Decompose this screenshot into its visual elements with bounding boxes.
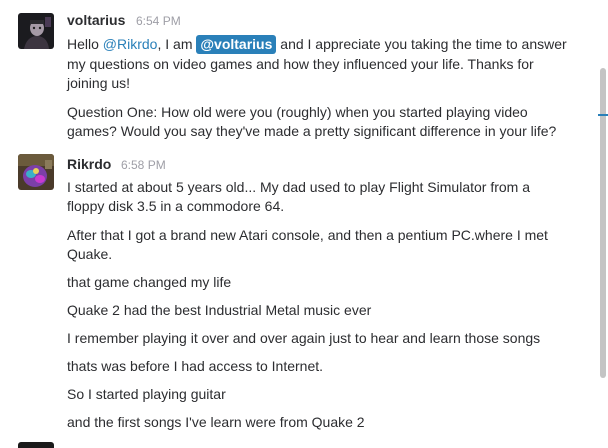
message-line: So I started playing guitar xyxy=(67,386,226,402)
avatar-rikrdo-image xyxy=(18,154,54,190)
mention-link[interactable]: @Rikrdo xyxy=(103,36,158,52)
username[interactable]: Rikrdo xyxy=(67,156,111,172)
timestamp[interactable]: 6:54 PM xyxy=(136,14,181,28)
message-line: Question One: How old were you (roughly)… xyxy=(67,104,528,120)
avatar[interactable] xyxy=(18,13,54,49)
unread-marker xyxy=(598,114,608,116)
message-line: thats was before I had access to Interne… xyxy=(67,358,324,374)
message-line: I remember playing it over and over agai… xyxy=(67,330,541,346)
message-group-rikrdo: Rikrdo 6:58 PM I started at about 5 year… xyxy=(0,150,596,440)
message-line: I started at about 5 years old... My dad… xyxy=(67,179,531,195)
message-line: games? Would you say they've made a pret… xyxy=(67,123,557,139)
message-line: joining us! xyxy=(67,75,131,91)
username[interactable]: voltarius xyxy=(67,12,125,28)
message-line: After that I got a brand new Atari conso… xyxy=(67,227,548,243)
message-text: Hello xyxy=(67,36,103,52)
mention-self-badge[interactable]: @voltarius xyxy=(196,35,277,54)
message-group-voltarius: voltarius 6:54 PM Hello @Rikrdo, I am @v… xyxy=(0,0,596,150)
message-line: Quake 2 had the best Industrial Metal mu… xyxy=(67,302,372,318)
avatar[interactable] xyxy=(18,442,54,448)
message-line: Hello @Rikrdo, I am @voltarius and I app… xyxy=(67,34,567,54)
message-line: floppy disk 3.5 in a commodore 64. xyxy=(67,198,285,214)
message-line: and the first songs I've learn were from… xyxy=(67,414,365,430)
message-text: , I am xyxy=(157,36,197,52)
message-text: and I appreciate you taking the time to … xyxy=(276,36,567,52)
message-line: that game changed my life xyxy=(67,274,232,290)
message-line: my questions on video games and how they… xyxy=(67,56,534,72)
timestamp[interactable]: 6:58 PM xyxy=(121,158,166,172)
avatar[interactable] xyxy=(18,154,54,190)
avatar-voltarius-image xyxy=(18,13,54,49)
message-line: Quake. xyxy=(67,246,113,262)
